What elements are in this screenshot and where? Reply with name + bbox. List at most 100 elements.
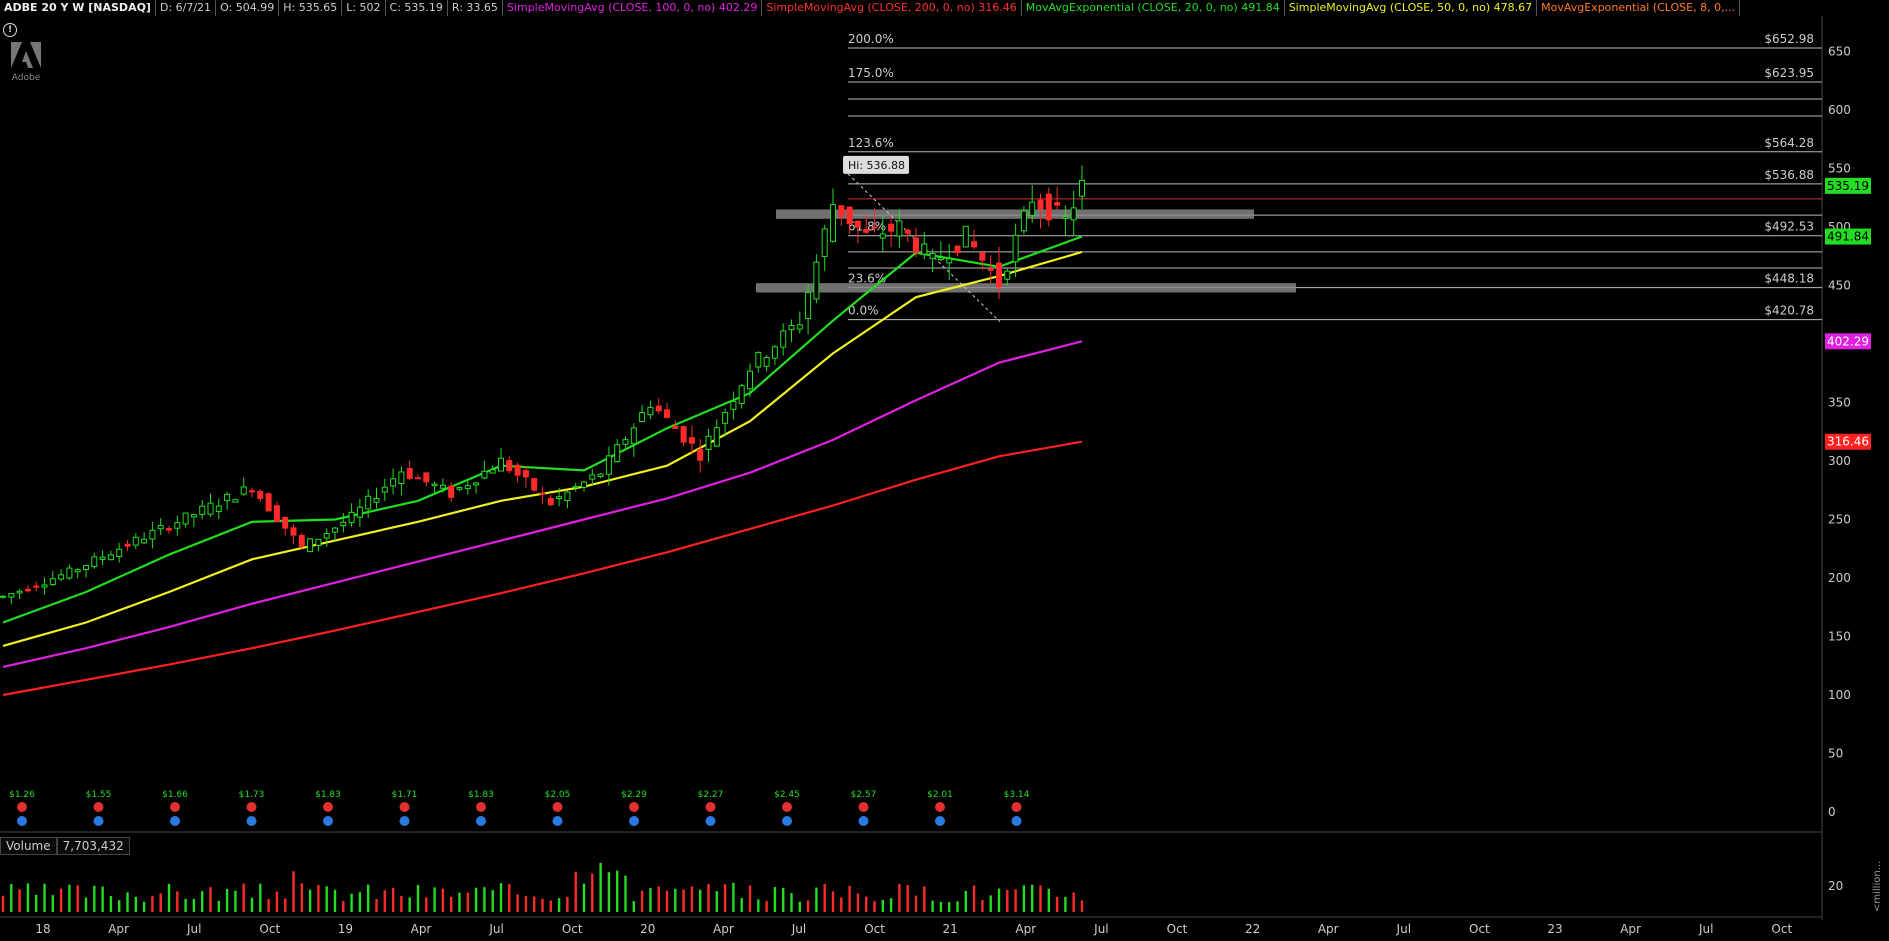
volume-bar — [1031, 884, 1034, 912]
candle-body — [705, 435, 712, 450]
dividend-label: $2.27 — [698, 790, 724, 800]
candle-body — [630, 427, 637, 445]
volume-bar — [748, 885, 752, 912]
candle-body — [456, 487, 463, 490]
candle-body — [854, 220, 861, 228]
earnings-icon — [399, 816, 410, 826]
candle-body — [273, 505, 280, 522]
fib-level-price: $564.28 — [1764, 136, 1814, 150]
x-tick-label: Oct — [259, 922, 280, 936]
y-tick-label: 100 — [1828, 688, 1851, 702]
dividend-icon — [323, 802, 333, 812]
candle-body — [373, 497, 380, 503]
candle-body — [771, 346, 778, 359]
dividend-label: $2.01 — [927, 790, 953, 800]
candle-body — [116, 548, 123, 558]
x-tick-label: Apr — [1015, 922, 1036, 936]
earnings-icon — [782, 816, 792, 826]
dividend-icon — [705, 802, 716, 812]
volume-bar — [84, 897, 88, 912]
volume-bar — [881, 900, 884, 912]
candle-body — [780, 330, 787, 348]
volume-bar — [549, 900, 552, 912]
candle-body — [763, 357, 770, 367]
candle-body — [937, 257, 944, 260]
volume-bar — [317, 884, 320, 912]
candle-body — [929, 252, 936, 259]
volume-bar — [300, 883, 303, 912]
candle-body — [879, 233, 886, 239]
fib-level-price: $652.98 — [1764, 32, 1814, 46]
candle-body — [896, 220, 903, 237]
volume-bar — [275, 891, 279, 912]
candle-body — [1004, 270, 1011, 280]
volume-bar — [939, 901, 943, 912]
volume-bar — [234, 890, 237, 912]
volume-bar — [1055, 896, 1059, 912]
dividend-icon — [17, 802, 27, 812]
volume-bar — [1039, 885, 1042, 912]
x-tick-label: Apr — [108, 922, 129, 936]
x-tick-label: Oct — [864, 922, 885, 936]
candle-body — [738, 385, 745, 405]
volume-bar — [1047, 888, 1050, 912]
candle-body — [489, 469, 496, 474]
candle-body — [979, 252, 986, 261]
candle-body — [655, 405, 662, 412]
candle-body — [365, 495, 372, 510]
volume-bar — [831, 891, 835, 912]
y-tick-label: 350 — [1828, 396, 1851, 410]
x-tick-label: Jul — [1698, 922, 1713, 936]
volume-bar — [757, 899, 760, 912]
candle-body — [290, 527, 297, 536]
volume-bar — [865, 896, 868, 912]
volume-bar — [981, 899, 984, 912]
volume-bar — [450, 896, 453, 912]
volume-bar — [383, 890, 386, 912]
volume-bar — [956, 901, 959, 912]
dividend-label: $2.57 — [851, 790, 877, 800]
dividend-label: $2.05 — [545, 790, 571, 800]
candle-body — [207, 502, 214, 515]
x-tick-label: Apr — [1318, 922, 1339, 936]
volume-bar — [1072, 892, 1075, 912]
y-tick-label: 150 — [1828, 630, 1851, 644]
candle-body — [83, 565, 89, 570]
volume-bar — [773, 887, 777, 912]
volume-bar — [101, 886, 104, 912]
candle-body — [788, 324, 795, 331]
candle-body — [1012, 234, 1019, 263]
candle-body — [1070, 207, 1077, 221]
volume-bar — [68, 884, 71, 912]
fib-level-price: $492.53 — [1764, 220, 1814, 234]
candle-body — [1045, 193, 1052, 221]
fib-level-price: $448.18 — [1764, 272, 1814, 286]
volume-bar — [964, 890, 967, 912]
volume-bar — [474, 887, 478, 912]
candle-body — [498, 457, 504, 472]
volume-bar — [790, 893, 793, 912]
dividend-icon — [935, 802, 945, 812]
candle-body — [581, 481, 587, 488]
x-tick-label: Jul — [488, 922, 503, 936]
candle-body — [597, 473, 604, 477]
dividend-icon — [246, 802, 257, 812]
volume-bar — [499, 883, 503, 912]
volume-bar — [292, 871, 295, 912]
volume-bar — [416, 884, 420, 912]
candle-body — [0, 595, 6, 598]
volume-bar — [599, 862, 602, 912]
price-chart[interactable]: 0501001502002503003504004505005506006501… — [0, 0, 1889, 941]
dividend-label: $2.45 — [774, 790, 800, 800]
volume-bar — [333, 889, 337, 912]
candle-body — [315, 538, 322, 547]
dividend-icon — [476, 802, 486, 812]
volume-bar — [997, 888, 1001, 912]
candle-body — [954, 245, 961, 254]
volume-bar — [59, 888, 63, 912]
volume-bar — [76, 885, 79, 912]
fib-level-price: $623.95 — [1764, 66, 1814, 80]
volume-bar — [798, 901, 801, 912]
volume-bar — [989, 895, 992, 912]
earnings-icon — [629, 816, 639, 826]
